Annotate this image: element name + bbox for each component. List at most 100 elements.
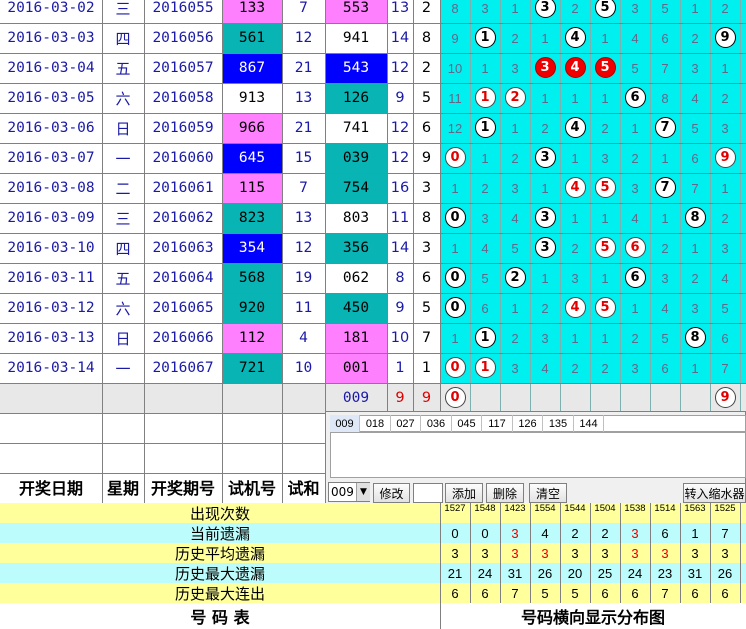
- current-tail: 9: [421, 390, 432, 406]
- stat-value: 0: [481, 525, 489, 541]
- edit-input[interactable]: [413, 483, 443, 503]
- sum-tail: 8: [421, 30, 432, 46]
- digit-ball: 1: [474, 327, 496, 348]
- edit-button[interactable]: 修改: [373, 483, 410, 503]
- stat-value: 0: [451, 525, 459, 541]
- digit-ball: 0: [444, 297, 466, 318]
- chevron-down-icon[interactable]: ▼: [356, 483, 370, 501]
- draw-date: 2016-03-06: [7, 120, 95, 136]
- selection-list[interactable]: [330, 432, 746, 478]
- draw-date: 2016-03-09: [7, 210, 95, 226]
- digit-ball: 2: [504, 267, 526, 288]
- miss-count: 1: [451, 240, 459, 256]
- draw-date: 2016-03-02: [7, 0, 95, 16]
- sum-tail: 6: [421, 270, 432, 286]
- tab-036[interactable]: 036: [422, 415, 452, 432]
- grid-line: [680, 503, 681, 603]
- digit-ball: 5: [594, 237, 616, 258]
- grid-line: [560, 0, 561, 413]
- miss-count: 1: [451, 330, 459, 346]
- transfer-button[interactable]: 转入缩水器: [683, 483, 746, 503]
- grid-line: [0, 263, 746, 264]
- miss-count: 1: [541, 30, 549, 46]
- clear-button[interactable]: 清空: [529, 483, 567, 503]
- sum-tail: 2: [421, 0, 432, 16]
- trial-span: 13: [294, 90, 313, 106]
- tab-018[interactable]: 018: [361, 415, 391, 432]
- stat-value: 24: [627, 565, 643, 581]
- miss-count: 2: [601, 120, 609, 136]
- weekday: 五: [115, 59, 131, 78]
- trial-number: 913: [222, 83, 282, 113]
- number-select[interactable]: 009 ▼: [328, 482, 370, 502]
- stat-value: 1548: [474, 503, 496, 514]
- miss-count: 1: [631, 120, 639, 136]
- stat-value: 3: [721, 545, 729, 561]
- digit-ball: 6: [624, 87, 646, 108]
- weekday: 二: [115, 179, 131, 198]
- miss-count: 7: [691, 180, 699, 196]
- draw-date: 2016-03-03: [7, 30, 95, 46]
- digit-ball: 1: [474, 117, 496, 138]
- tab-027[interactable]: 027: [391, 415, 421, 432]
- digit-ball: 5: [594, 0, 616, 18]
- digit-ball: 9: [714, 387, 736, 408]
- add-button[interactable]: 添加: [445, 483, 483, 503]
- miss-count: 3: [691, 300, 699, 316]
- tab-135[interactable]: 135: [544, 415, 574, 432]
- stat-value: 6: [661, 525, 669, 541]
- miss-count: 7: [721, 360, 729, 376]
- stat-value: 3: [511, 525, 519, 541]
- miss-count: 2: [691, 270, 699, 286]
- miss-count: 2: [541, 300, 549, 316]
- sum-tail: 3: [421, 180, 432, 196]
- miss-count: 2: [661, 240, 669, 256]
- tab-117[interactable]: 117: [483, 415, 513, 432]
- stat-value: 6: [721, 585, 729, 601]
- table-row: 2016-03-07 一 2016060 645 15 039 12 9 0 1 2 3 1 3 2 1 6 9: [0, 143, 746, 173]
- grid-line: [222, 0, 223, 503]
- tab-126[interactable]: 126: [513, 415, 543, 432]
- sum-value: 1: [395, 360, 405, 376]
- tab-144[interactable]: 144: [574, 415, 604, 432]
- sum-value: 8: [395, 270, 405, 286]
- table-row: 2016-03-02 三 2016055 133 7 553 13 2 8 3 1 3 2 5 3 5 1 2: [0, 0, 746, 23]
- stat-value: 3: [601, 545, 609, 561]
- grid-line: [710, 0, 711, 413]
- trial-span: 13: [294, 210, 313, 226]
- tab-009[interactable]: 009: [330, 415, 360, 432]
- miss-count: 4: [631, 30, 639, 46]
- miss-count: 4: [541, 360, 549, 376]
- miss-count: 1: [481, 150, 489, 166]
- miss-count: 4: [721, 270, 729, 286]
- trial-span: 7: [299, 180, 308, 196]
- draw-period: 2016064: [152, 270, 214, 286]
- miss-count: 1: [661, 150, 669, 166]
- current-result: 009: [342, 390, 370, 406]
- draw-result: 356: [325, 233, 387, 263]
- digit-ball: 7: [654, 117, 676, 138]
- draw-date: 2016-03-07: [7, 150, 95, 166]
- trial-number: 721: [222, 353, 282, 383]
- delete-button[interactable]: 删除: [486, 483, 524, 503]
- miss-count: 1: [691, 0, 699, 16]
- grid-line: [650, 503, 651, 603]
- tab-045[interactable]: 045: [452, 415, 482, 432]
- stat-value: 2: [571, 525, 579, 541]
- miss-count: 9: [451, 30, 459, 46]
- grid-line: [740, 0, 741, 413]
- stat-value: 3: [511, 545, 519, 561]
- grid-line: [0, 83, 746, 84]
- digit-ball: 7: [654, 177, 676, 198]
- miss-count: 3: [631, 180, 639, 196]
- weekday: 一: [115, 149, 131, 168]
- grid-line: [470, 503, 471, 603]
- draw-result: 741: [325, 113, 387, 143]
- grid-line: [650, 0, 651, 413]
- weekday: 三: [115, 0, 131, 18]
- trial-span: 10: [294, 360, 313, 376]
- stat-value: 5: [541, 585, 549, 601]
- digit-ball: 4: [564, 57, 586, 78]
- weekday: 日: [115, 329, 131, 348]
- miss-count: 1: [601, 330, 609, 346]
